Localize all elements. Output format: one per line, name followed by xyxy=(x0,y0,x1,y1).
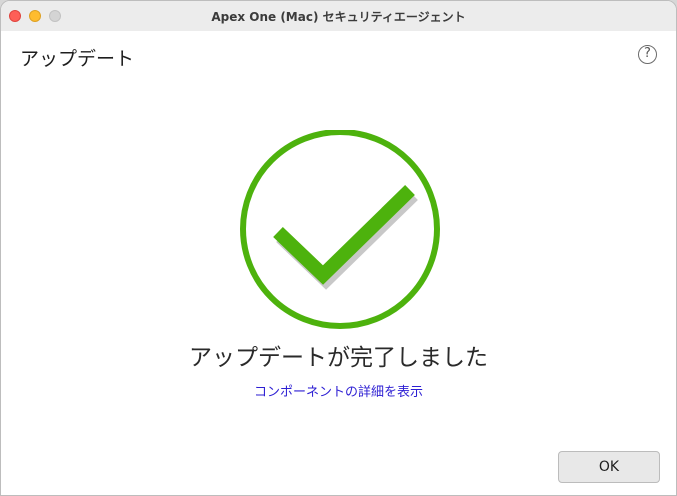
help-icon[interactable]: ? xyxy=(638,45,657,64)
page-title: アップデート xyxy=(20,48,135,70)
ok-button[interactable]: OK xyxy=(558,451,660,483)
title-bar[interactable]: Apex One (Mac) セキュリティエージェント xyxy=(1,1,676,31)
view-component-details-link[interactable]: コンポーネントの詳細を表示 xyxy=(1,381,676,400)
checkmark-circle-icon xyxy=(240,130,440,329)
window-title: Apex One (Mac) セキュリティエージェント xyxy=(211,10,466,24)
status-message: アップデートが完了しました xyxy=(189,345,488,371)
app-window: Apex One (Mac) セキュリティエージェント アップデート ? アップ… xyxy=(0,0,677,496)
